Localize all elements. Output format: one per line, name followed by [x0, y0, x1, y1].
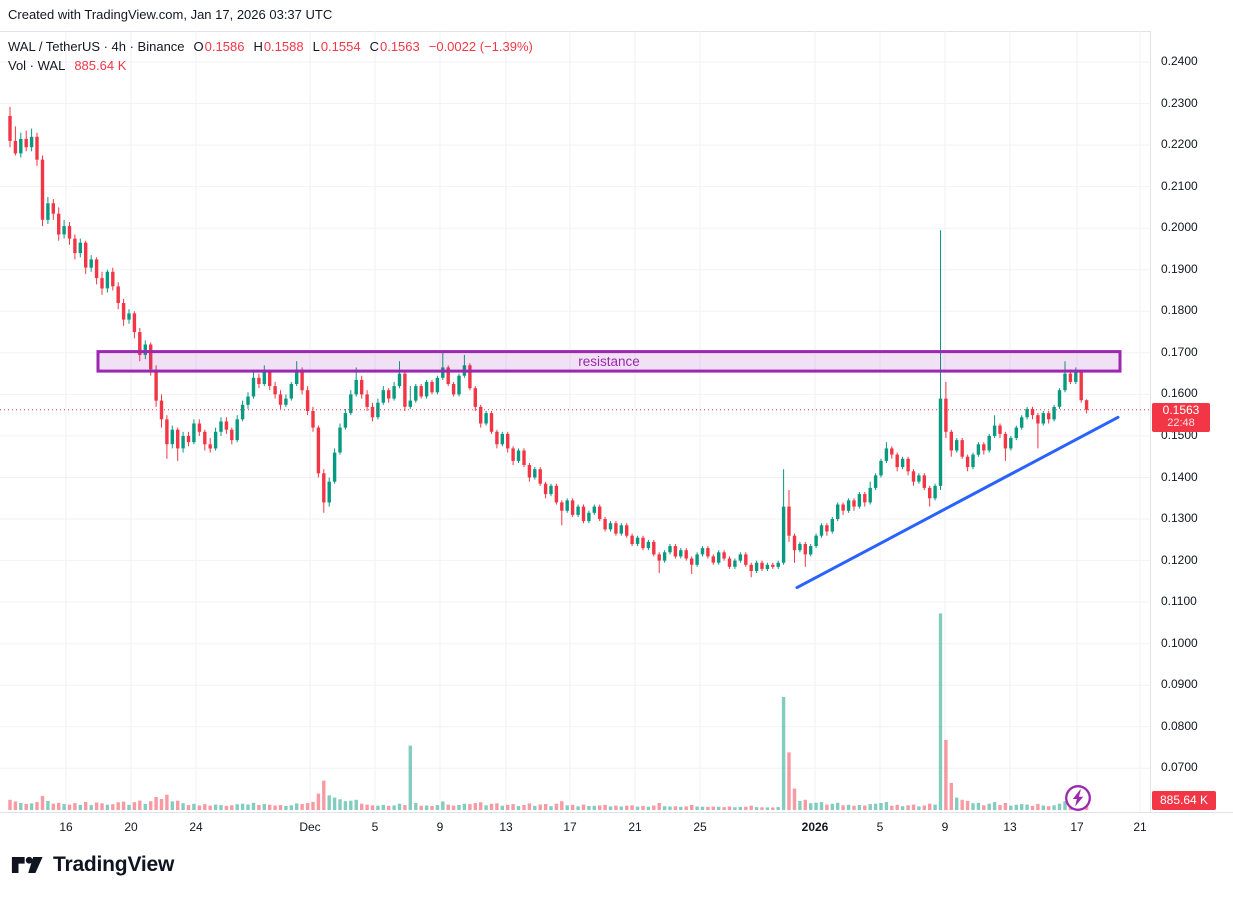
price-axis-label: 0.2300	[1161, 95, 1198, 110]
price-axis-label: 0.1200	[1161, 552, 1198, 567]
price-axis-label: 0.0900	[1161, 677, 1198, 692]
legend: WAL / TetherUS · 4h · Binance O0.1586 H0.1…	[8, 37, 533, 75]
price-axis-label: 0.1900	[1161, 261, 1198, 276]
time-axis[interactable]: 16 20 24 Dec 5 9 13 17 21 25 2026 5 9 13 17 21	[0, 812, 1233, 843]
time-axis-label: Dec	[299, 820, 321, 834]
price-axis-label: 0.1100	[1161, 594, 1197, 609]
grid	[0, 31, 1150, 812]
low-value: 0.1554	[320, 39, 361, 54]
price-axis-label: 0.0800	[1161, 718, 1198, 733]
tradingview-logo-mark	[11, 856, 43, 874]
price-axis-label: 0.1000	[1161, 635, 1198, 650]
close-value: 0.1563	[379, 39, 420, 54]
price-axis-label: 0.1700	[1161, 344, 1198, 359]
price-axis-label: 0.1300	[1161, 511, 1198, 526]
candles	[8, 106, 1089, 578]
price-axis-label: 0.2100	[1161, 178, 1198, 193]
time-axis-label: 5	[876, 820, 884, 834]
tradingview-logo[interactable]: TradingView	[10, 851, 174, 879]
price-axis-label: 0.2000	[1161, 220, 1198, 235]
tradingview-logo-text: TradingView	[53, 853, 175, 876]
resistance-zone[interactable]: resistance	[96, 350, 1122, 373]
volume-badge: 885.64 K	[1152, 791, 1216, 810]
price-axis-label: 0.1600	[1161, 386, 1198, 401]
high-value: 0.1588	[263, 39, 304, 54]
time-axis-label: 16	[59, 820, 73, 834]
time-axis-label: 2026	[801, 820, 829, 834]
time-axis-label: 17	[1070, 820, 1084, 834]
time-axis-label: 13	[1003, 820, 1017, 834]
boost-lightning-icon[interactable]	[1064, 784, 1092, 812]
volume-label[interactable]: Vol · WAL	[8, 58, 65, 73]
time-axis-label: 21	[628, 820, 642, 834]
time-axis-label: 13	[499, 820, 513, 834]
last-price-value: 0.1563	[1162, 402, 1200, 417]
time-axis-label: 5	[371, 820, 379, 834]
open-label: O	[193, 39, 204, 54]
resistance-label: resistance	[578, 354, 640, 369]
time-axis-label: 9	[436, 820, 444, 834]
price-axis-label: 0.0700	[1161, 760, 1198, 775]
chart-pane[interactable]: resistance	[0, 0, 1150, 812]
time-axis-label: 21	[1133, 820, 1147, 834]
price-axis-label: 0.1400	[1161, 469, 1198, 484]
legend-row-main: WAL / TetherUS · 4h · Binance O0.1586 H0.1…	[8, 37, 533, 56]
price-axis-label: 0.2200	[1161, 137, 1198, 152]
low-label: L	[312, 39, 320, 54]
high-label: H	[253, 39, 263, 54]
change-value: −0.0022 (−1.39%)	[428, 39, 533, 54]
price-axis-label: 0.1800	[1161, 303, 1198, 318]
symbol-title[interactable]: WAL / TetherUS · 4h · Binance	[8, 39, 185, 54]
legend-row-volume: Vol · WAL 885.64 K	[8, 56, 533, 75]
time-axis-label: 9	[941, 820, 949, 834]
time-axis-label: 25	[693, 820, 707, 834]
price-axis-label: 0.2400	[1161, 54, 1198, 68]
time-axis-label: 24	[189, 820, 203, 834]
bar-countdown: 22:48	[1167, 416, 1195, 429]
open-value: 0.1586	[204, 39, 245, 54]
volume-value: 885.64 K	[74, 58, 127, 73]
close-label: C	[369, 39, 379, 54]
time-axis-label: 17	[563, 820, 577, 834]
volume-bars	[8, 613, 1089, 810]
time-axis-label: 20	[124, 820, 138, 834]
last-price-badge: 0.1563 22:48	[1152, 402, 1210, 432]
